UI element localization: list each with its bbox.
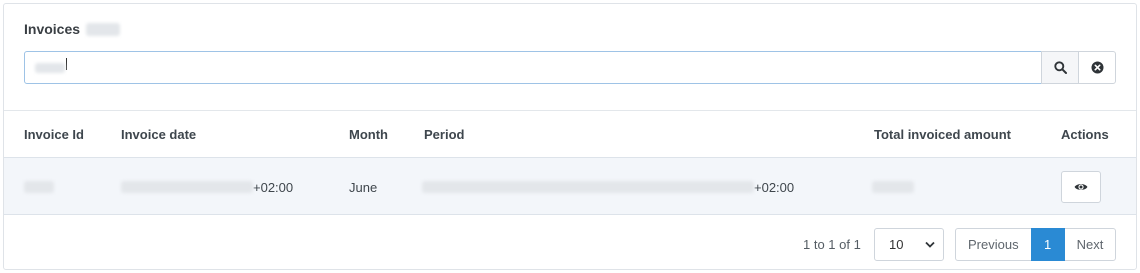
col-invoice-id[interactable]: Invoice Id <box>24 113 84 156</box>
redacted-count <box>86 22 121 36</box>
search-input[interactable] <box>24 51 1042 84</box>
cell-total-invoiced-amount <box>872 158 914 216</box>
cell-invoice-id <box>24 158 54 216</box>
cell-invoice-date: +02:00 <box>121 158 293 216</box>
search-bar <box>24 51 1119 84</box>
panel-title: Invoices <box>24 21 81 37</box>
invoices-panel: Invoices Invoice Id Invoice date Month P… <box>3 3 1137 270</box>
col-month[interactable]: Month <box>349 113 388 156</box>
redacted-amount <box>872 181 914 193</box>
col-total-invoiced-amount[interactable]: Total invoiced amount <box>874 113 1011 156</box>
invoice-date-timezone: +02:00 <box>253 179 294 195</box>
cell-month: June <box>349 179 378 195</box>
previous-page-button[interactable]: Previous <box>955 228 1032 261</box>
pagination: Previous 1 Next <box>955 228 1117 261</box>
col-actions: Actions <box>1061 127 1109 142</box>
view-invoice-button[interactable] <box>1061 171 1101 203</box>
search-icon <box>1053 61 1067 74</box>
next-page-button[interactable]: Next <box>1063 228 1117 261</box>
redacted-search-text <box>35 62 65 73</box>
section-divider <box>4 110 1136 111</box>
col-invoice-date[interactable]: Invoice date <box>121 113 196 156</box>
page-size-value: 10 <box>889 237 904 252</box>
table-header: Invoice Id Invoice date Month Period Tot… <box>4 113 1136 156</box>
chevron-down-icon <box>925 241 935 248</box>
table-footer: 1 to 1 of 1 10 Previous 1 Next <box>4 228 1136 261</box>
col-period[interactable]: Period <box>424 113 464 156</box>
redacted-invoice-id <box>24 181 54 193</box>
page-size-select[interactable]: 10 <box>874 228 944 261</box>
period-timezone: +02:00 <box>754 179 795 195</box>
table-row[interactable]: +02:00 June +02:00 <box>4 157 1136 215</box>
clear-search-button[interactable] <box>1078 51 1116 84</box>
cell-period: +02:00 <box>422 158 794 216</box>
eye-icon <box>1074 184 1088 190</box>
text-caret <box>66 57 67 70</box>
redacted-invoice-date <box>121 181 253 193</box>
page-button-current[interactable]: 1 <box>1030 228 1065 261</box>
redacted-period <box>422 181 754 193</box>
search-button[interactable] <box>1041 51 1079 84</box>
panel-header: Invoices <box>24 19 121 39</box>
clear-icon <box>1091 61 1103 74</box>
pagination-range: 1 to 1 of 1 <box>803 237 861 252</box>
